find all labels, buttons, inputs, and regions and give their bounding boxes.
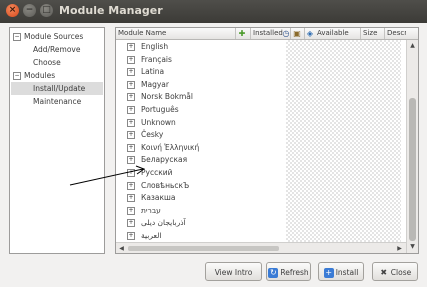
close-icon: ✖: [380, 268, 388, 277]
refresh-button[interactable]: ↻ Refresh: [266, 262, 311, 281]
annotation-arrow: [69, 165, 146, 186]
install-icon: +: [323, 268, 334, 278]
close-button[interactable]: ✖ Close: [372, 262, 418, 281]
install-button[interactable]: + Install: [318, 262, 364, 281]
view-intro-button[interactable]: View Intro: [205, 262, 262, 281]
refresh-icon: ↻: [268, 268, 279, 278]
